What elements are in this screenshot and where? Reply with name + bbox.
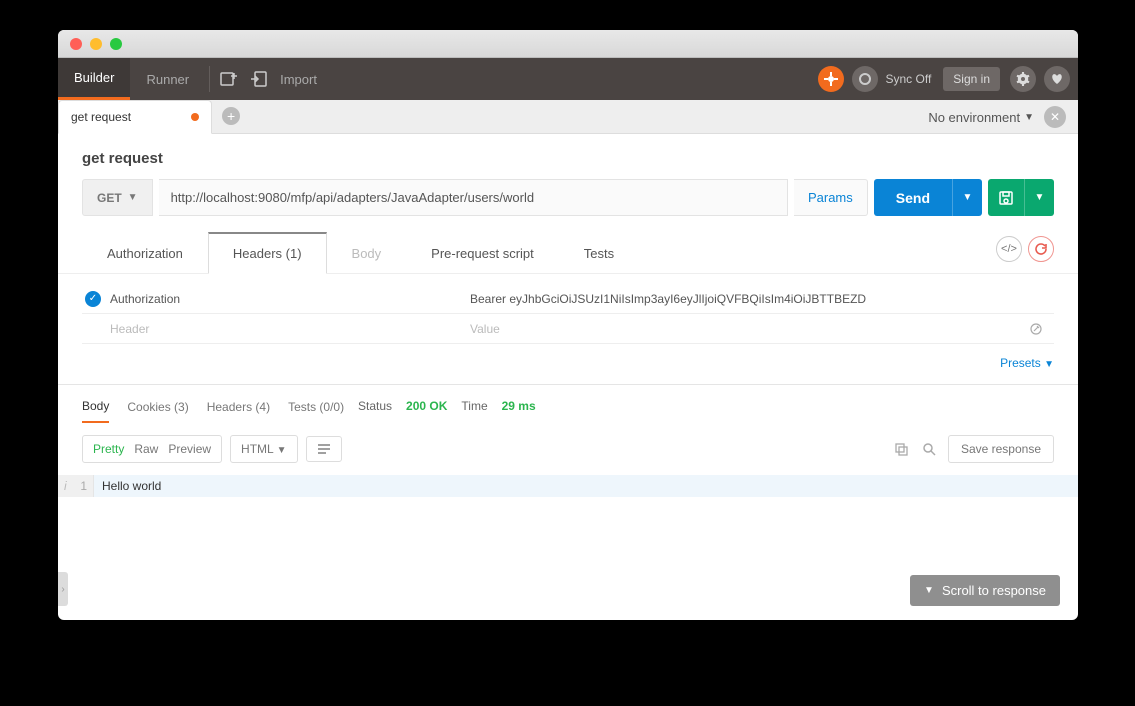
line-gutter: i1 <box>58 475 94 497</box>
chevron-down-icon: ▼ <box>128 192 138 203</box>
import-button[interactable]: Import <box>280 72 317 87</box>
window-titlebar <box>58 30 1078 58</box>
info-icon: i <box>64 479 67 493</box>
response-tab-headers[interactable]: Headers (4) <box>207 400 270 422</box>
tab-body[interactable]: Body <box>327 233 407 273</box>
params-button[interactable]: Params <box>794 179 868 216</box>
presets-button[interactable]: Presets ▼ <box>58 348 1078 374</box>
response-tab-cookies[interactable]: Cookies (3) <box>127 400 188 422</box>
request-tabbar: get request + No environment ▼ ✕ <box>58 100 1078 134</box>
tab-prerequest[interactable]: Pre-request script <box>406 233 559 273</box>
unsaved-indicator-icon <box>191 113 199 121</box>
response-tab-tests[interactable]: Tests (0/0) <box>288 400 344 422</box>
view-preview-button[interactable]: Preview <box>168 442 211 456</box>
chevron-down-icon: ▼ <box>1024 112 1034 123</box>
wrap-lines-button[interactable] <box>306 436 342 462</box>
save-button[interactable] <box>988 179 1024 216</box>
environment-selector[interactable]: No environment ▼ <box>928 110 1034 125</box>
line-number: 1 <box>80 479 87 493</box>
close-window-button[interactable] <box>70 38 82 50</box>
header-key-placeholder[interactable]: Header <box>104 322 464 336</box>
maximize-window-button[interactable] <box>110 38 122 50</box>
edit-icon[interactable] <box>1030 323 1054 335</box>
chevron-down-icon: ▼ <box>277 445 287 456</box>
header-key[interactable]: Authorization <box>104 292 464 306</box>
view-pretty-button[interactable]: Pretty <box>93 442 124 456</box>
http-method-selector[interactable]: GET ▼ <box>82 179 153 216</box>
code-snippet-button[interactable]: </> <box>996 236 1022 262</box>
response-body-text[interactable]: Hello world <box>94 475 1078 497</box>
http-method-label: GET <box>97 191 122 205</box>
signin-button[interactable]: Sign in <box>943 67 1000 91</box>
request-section-tabs: Authorization Headers (1) Body Pre-reque… <box>58 232 1078 274</box>
url-input[interactable] <box>159 179 788 216</box>
headers-editor: ✓ Authorization Bearer eyJhbGciOiJSUzI1N… <box>58 274 1078 348</box>
tab-authorization[interactable]: Authorization <box>82 233 208 273</box>
request-name: get request <box>58 134 1078 179</box>
environment-label: No environment <box>928 110 1020 125</box>
main-content: get request GET ▼ Params Send ▼ ▼ Author… <box>58 134 1078 620</box>
tab-tests[interactable]: Tests <box>559 233 639 273</box>
chevron-down-icon: ▼ <box>924 585 934 596</box>
settings-icon[interactable] <box>1010 66 1036 92</box>
response-body-viewer: i1 Hello world <box>58 475 1078 497</box>
request-tab[interactable]: get request <box>58 100 212 134</box>
sync-icon[interactable] <box>852 66 878 92</box>
app-topbar: Builder Runner Import Sync Off Sign in <box>58 58 1078 100</box>
sync-status: Sync Off <box>886 72 932 86</box>
builder-tab[interactable]: Builder <box>58 58 130 100</box>
header-row[interactable]: ✓ Authorization Bearer eyJhbGciOiJSUzI1N… <box>82 284 1054 314</box>
reset-request-button[interactable] <box>1028 236 1054 262</box>
view-raw-button[interactable]: Raw <box>134 442 158 456</box>
manage-environments-button[interactable]: ✕ <box>1044 106 1066 128</box>
response-tab-body[interactable]: Body <box>82 399 109 423</box>
add-tab-button[interactable]: + <box>222 107 240 125</box>
header-enabled-checkbox[interactable]: ✓ <box>85 291 101 307</box>
heart-icon[interactable] <box>1044 66 1070 92</box>
minimize-window-button[interactable] <box>90 38 102 50</box>
send-dropdown[interactable]: ▼ <box>952 179 982 216</box>
response-section-tabs: Body Cookies (3) Headers (4) Tests (0/0)… <box>58 385 1078 423</box>
runner-tab[interactable]: Runner <box>130 58 205 100</box>
save-response-button[interactable]: Save response <box>948 435 1054 463</box>
send-button[interactable]: Send <box>874 179 952 216</box>
copy-response-icon[interactable] <box>892 440 910 458</box>
tab-headers[interactable]: Headers (1) <box>208 232 327 274</box>
chevron-down-icon: ▼ <box>1035 192 1045 203</box>
chevron-down-icon: ▼ <box>1044 359 1054 370</box>
sidebar-toggle[interactable]: › <box>58 572 68 606</box>
header-value-placeholder[interactable]: Value <box>464 322 1030 336</box>
header-value[interactable]: Bearer eyJhbGciOiJSUzI1NiIsImp3ayI6eyJlI… <box>464 292 1054 306</box>
response-format-selector[interactable]: HTML ▼ <box>230 435 297 463</box>
search-response-icon[interactable] <box>920 440 938 458</box>
status-value: 200 OK <box>406 399 447 413</box>
request-tab-label: get request <box>71 110 131 124</box>
scroll-to-response-button[interactable]: ▼ Scroll to response <box>910 575 1060 606</box>
time-value: 29 ms <box>502 399 536 413</box>
response-view-controls: Pretty Raw Preview HTML ▼ Save response <box>58 423 1078 475</box>
import-icon[interactable] <box>244 64 274 94</box>
new-window-icon[interactable] <box>214 64 244 94</box>
status-label: Status <box>358 399 392 413</box>
help-icon[interactable] <box>818 66 844 92</box>
response-meta: Status 200 OK Time 29 ms <box>358 399 536 413</box>
time-label: Time <box>461 399 487 413</box>
chevron-down-icon: ▼ <box>963 192 973 203</box>
header-row-new[interactable]: Header Value <box>82 314 1054 344</box>
topbar-divider <box>209 66 210 92</box>
save-dropdown[interactable]: ▼ <box>1024 179 1054 216</box>
